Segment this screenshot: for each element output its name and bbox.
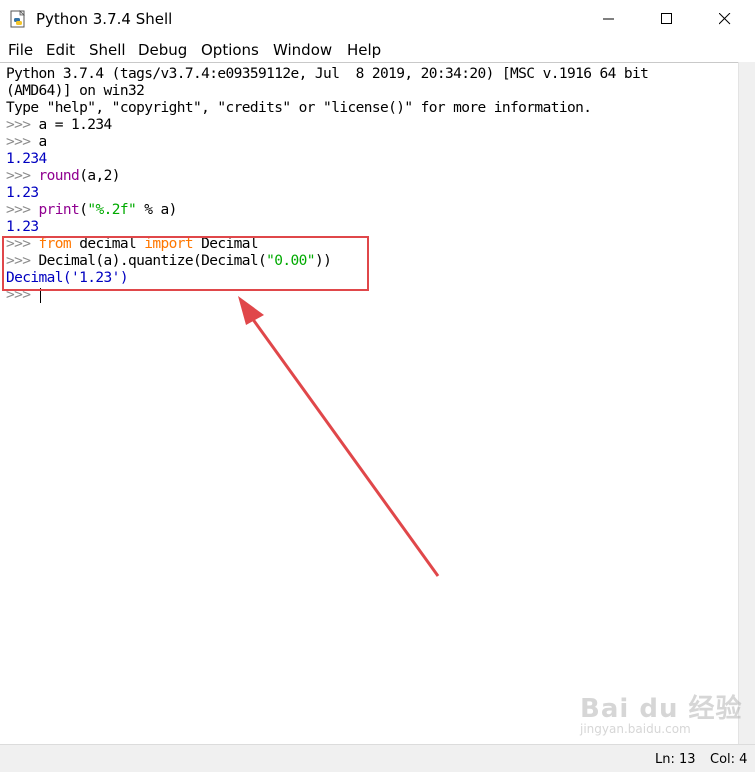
watermark-main: Bai du 经验	[580, 694, 743, 724]
annotation-arrow	[238, 296, 440, 577]
column-number: Col: 4	[710, 752, 748, 767]
line-number: Ln: 13	[655, 752, 696, 767]
status-bar: Ln: 13 Col: 4	[0, 744, 755, 772]
watermark-sub: jingyan.baidu.com	[580, 722, 691, 736]
baidu-watermark: Bai du 经验 jingyan.baidu.com	[580, 688, 743, 736]
